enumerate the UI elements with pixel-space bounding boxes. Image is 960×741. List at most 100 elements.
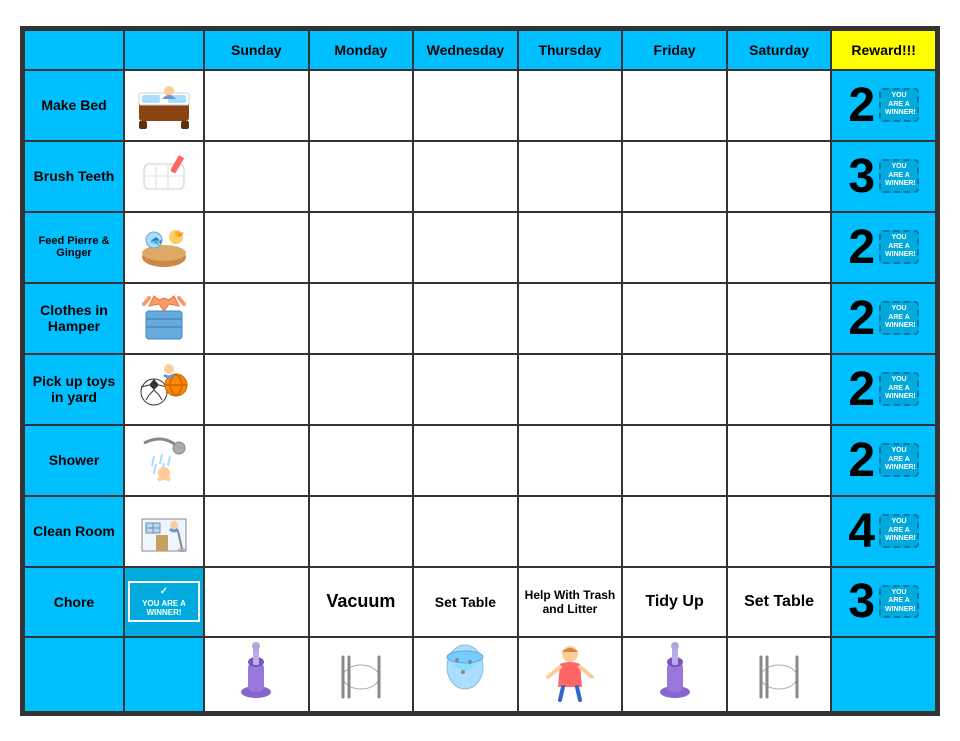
feedpets-sunday[interactable] (204, 212, 309, 283)
toys-monday[interactable] (309, 354, 414, 425)
cleanroom-monday[interactable] (309, 496, 414, 567)
ticket-clothes: YOU ARE A WINNER! (879, 301, 919, 334)
feedpets-monday[interactable] (309, 212, 414, 283)
ticket-makebed: YOU ARE A WINNER! (879, 88, 919, 121)
makebed-thursday[interactable] (518, 70, 623, 141)
chore-chart: Sunday Monday Wednesday Thursday Friday … (20, 26, 940, 716)
brushteeth-sunday[interactable] (204, 141, 309, 212)
tidyup-icon (540, 642, 600, 702)
header-sunday: Sunday (204, 30, 309, 70)
toys-wednesday[interactable] (413, 354, 518, 425)
feedpets-icon-cell: 🐟 (124, 212, 204, 283)
toys-icon (134, 357, 194, 417)
bottom-reward-placeholder (831, 637, 936, 712)
feedpets-saturday[interactable] (727, 212, 832, 283)
toys-sunday[interactable] (204, 354, 309, 425)
ticket-toys: YOU ARE A WINNER! (879, 372, 919, 405)
shower-reward: 2 YOU ARE A WINNER! (831, 425, 936, 496)
makebed-reward: 2 YOU ARE A WINNER! (831, 70, 936, 141)
clothes-friday[interactable] (622, 283, 727, 354)
chore-ticket-cell: ✓ YOU ARE A WINNER! (124, 567, 204, 637)
cleanroom-icon-cell (124, 496, 204, 567)
brushteeth-saturday[interactable] (727, 141, 832, 212)
toys-friday[interactable] (622, 354, 727, 425)
ticket-chore: YOU ARE A WINNER! (879, 585, 919, 618)
makebed-sunday[interactable] (204, 70, 309, 141)
toys-saturday[interactable] (727, 354, 832, 425)
shower-sunday[interactable] (204, 425, 309, 496)
makebed-monday[interactable] (309, 70, 414, 141)
makebed-icon-cell (124, 70, 204, 141)
bottom-icon-row (24, 637, 936, 712)
vacuum-icon (226, 642, 286, 702)
bottom-icon-placeholder (124, 637, 204, 712)
shower-monday[interactable] (309, 425, 414, 496)
makebed-saturday[interactable] (727, 70, 832, 141)
makebed-friday[interactable] (622, 70, 727, 141)
makebed-wednesday[interactable] (413, 70, 518, 141)
chore-label-brushteeth: Brush Teeth (24, 141, 124, 212)
chore-row: Chore ✓ YOU ARE A WINNER! Vacuum Set Tab… (24, 567, 936, 637)
clothes-thursday[interactable] (518, 283, 623, 354)
cleanroom-thursday[interactable] (518, 496, 623, 567)
chore-label-feedpets: Feed Pierre & Ginger (24, 212, 124, 283)
shower-saturday[interactable] (727, 425, 832, 496)
cleanroom-wednesday[interactable] (413, 496, 518, 567)
header-row: Sunday Monday Wednesday Thursday Friday … (24, 30, 936, 70)
shower-thursday[interactable] (518, 425, 623, 496)
bottom-vacuum1-cell (204, 637, 309, 712)
feedpets-friday[interactable] (622, 212, 727, 283)
brushteeth-thursday[interactable] (518, 141, 623, 212)
bottom-settable2-cell (727, 637, 832, 712)
shower-friday[interactable] (622, 425, 727, 496)
chore-reward: 3 YOU ARE A WINNER! (831, 567, 936, 637)
clothes-icon (134, 286, 194, 346)
feedpets-icon: 🐟 (134, 215, 194, 275)
chore-label-cleanroom: Clean Room (24, 496, 124, 567)
clothes-wednesday[interactable] (413, 283, 518, 354)
ticket-feedpets: YOU ARE A WINNER! (879, 230, 919, 263)
cleanroom-saturday[interactable] (727, 496, 832, 567)
ticket-brushteeth: YOU ARE A WINNER! (879, 159, 919, 192)
makebed-icon (134, 73, 194, 133)
chore-wednesday-cell: Set Table (413, 567, 518, 637)
cleanroom-sunday[interactable] (204, 496, 309, 567)
svg-text:🐟: 🐟 (150, 236, 162, 247)
table-row: Shower (24, 425, 936, 496)
feedpets-reward: 2 YOU ARE A WINNER! (831, 212, 936, 283)
table-row: Brush Teeth (24, 141, 936, 212)
chore-friday-cell: Tidy Up (622, 567, 727, 637)
brushteeth-friday[interactable] (622, 141, 727, 212)
bottom-tidyup-cell (518, 637, 623, 712)
brushteeth-wednesday[interactable] (413, 141, 518, 212)
toys-thursday[interactable] (518, 354, 623, 425)
clothes-saturday[interactable] (727, 283, 832, 354)
chore-label-chore: Chore (24, 567, 124, 637)
table-row: Feed Pierre & Ginger 🐟 (24, 212, 936, 283)
table-row: Clothes in Hamper (24, 283, 936, 354)
feedpets-wednesday[interactable] (413, 212, 518, 283)
brushteeth-icon (134, 144, 194, 204)
chore-ticket: ✓ YOU ARE A WINNER! (128, 581, 200, 622)
header-thursday: Thursday (518, 30, 623, 70)
chore-monday-cell: Vacuum (309, 567, 414, 637)
clothes-reward: 2 YOU ARE A WINNER! (831, 283, 936, 354)
cleanroom-icon (134, 499, 194, 559)
cleanroom-friday[interactable] (622, 496, 727, 567)
chore-label-shower: Shower (24, 425, 124, 496)
bottom-vacuum2-cell (622, 637, 727, 712)
clothes-icon-cell (124, 283, 204, 354)
table-row: Pick up toys in yard (24, 354, 936, 425)
header-saturday: Saturday (727, 30, 832, 70)
brushteeth-monday[interactable] (309, 141, 414, 212)
shower-wednesday[interactable] (413, 425, 518, 496)
feedpets-thursday[interactable] (518, 212, 623, 283)
clothes-sunday[interactable] (204, 283, 309, 354)
clothes-monday[interactable] (309, 283, 414, 354)
toys-icon-cell (124, 354, 204, 425)
header-reward: Reward!!! (831, 30, 936, 70)
chore-sunday-cell (204, 567, 309, 637)
ticket-shower: YOU ARE A WINNER! (879, 443, 919, 476)
chore-saturday-cell: Set Table (727, 567, 832, 637)
header-col1 (24, 30, 124, 70)
